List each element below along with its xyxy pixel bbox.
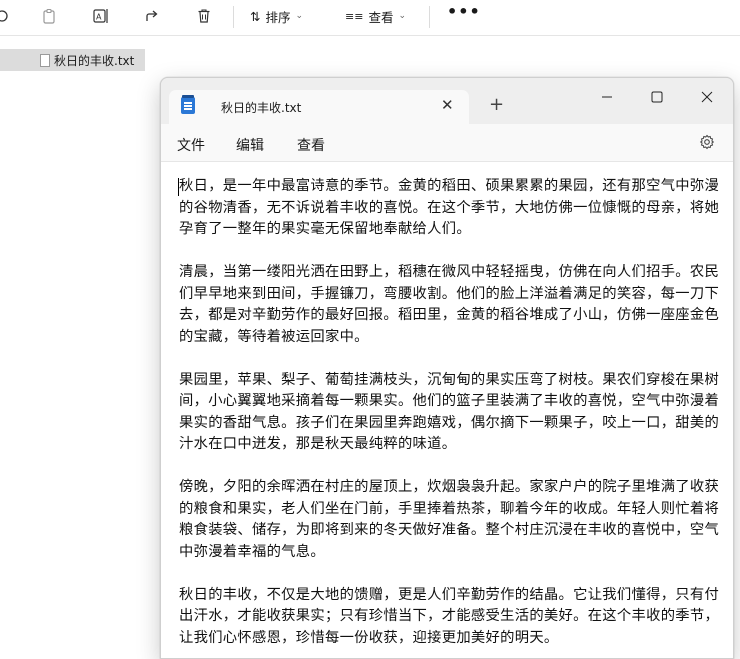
paragraph: 清晨，当第一缕阳光洒在田野上，稻穗在微风中轻轻摇曳，仿佛在向人们招手。农民们早早… xyxy=(179,264,720,345)
more-options-button[interactable]: ••• xyxy=(447,2,481,21)
tab-close-icon[interactable]: ✕ xyxy=(441,96,454,114)
rename-icon[interactable]: A xyxy=(89,4,113,28)
notepad-tab[interactable]: 秋日的丰收.txt ✕ xyxy=(169,90,469,124)
view-button[interactable]: ≡≡ 查看 ⌄ xyxy=(345,4,406,28)
maximize-button[interactable] xyxy=(635,84,679,110)
menu-view[interactable]: 查看 xyxy=(297,135,325,155)
file-name: 秋日的丰收.txt xyxy=(54,53,135,68)
delete-icon[interactable] xyxy=(192,4,216,28)
notepad-icon xyxy=(181,95,195,114)
menu-file[interactable]: 文件 xyxy=(177,135,205,155)
share-arrow-icon[interactable] xyxy=(140,4,164,28)
text-editor-area[interactable]: 秋日，是一年中最富诗意的季节。金黄的稻田、硕果累累的果园，还有那空气中弥漫的谷物… xyxy=(161,162,733,658)
close-button[interactable] xyxy=(685,84,729,110)
sort-label: 排序 xyxy=(265,9,291,25)
sort-icon: ⇅ xyxy=(250,8,261,24)
notepad-menu-bar: 文件 编辑 查看 xyxy=(161,124,733,162)
explorer-command-bar: A ⇅ 排序 ⌄ ≡≡ 查看 ⌄ ••• xyxy=(0,0,740,36)
svg-text:A: A xyxy=(96,13,102,22)
paragraph: 果园里，苹果、梨子、葡萄挂满枝头，沉甸甸的果实压弯了树枝。果农们穿梭在果树间，小… xyxy=(179,371,720,453)
paste-icon[interactable] xyxy=(37,4,61,28)
settings-gear-icon[interactable] xyxy=(699,134,715,150)
tab-title: 秋日的丰收.txt xyxy=(221,101,302,115)
share-icon[interactable] xyxy=(0,4,14,28)
chevron-down-icon: ⌄ xyxy=(398,11,406,21)
paragraph: 秋日的丰收，不仅是大地的馈赠，更是人们辛勤劳作的结晶。它让我们懂得，只有付出汗水… xyxy=(179,586,720,646)
paragraph: 傍晚，夕阳的余晖洒在村庄的屋顶上，炊烟袅袅升起。家家户户的院子里堆满了收获的粮食… xyxy=(179,479,720,560)
toolbar-divider xyxy=(233,6,234,28)
view-list-icon: ≡≡ xyxy=(345,9,364,23)
text-file-icon xyxy=(40,53,50,67)
toolbar-divider xyxy=(429,6,430,28)
new-tab-button[interactable]: + xyxy=(489,96,504,114)
notepad-title-bar[interactable]: 秋日的丰收.txt ✕ + xyxy=(161,78,733,124)
chevron-down-icon: ⌄ xyxy=(295,11,304,21)
minimize-button[interactable] xyxy=(585,84,629,110)
document-text: 秋日，是一年中最富诗意的季节。金黄的稻田、硕果累累的果园，还有那空气中弥漫的谷物… xyxy=(179,176,731,658)
view-label: 查看 xyxy=(368,9,394,25)
notepad-window: 秋日的丰收.txt ✕ + 文件 编辑 查看 秋日，是一年中最富诗意的季节。金黄… xyxy=(160,77,734,659)
sort-button[interactable]: ⇅ 排序 ⌄ xyxy=(250,4,303,28)
file-list-item[interactable]: 秋日的丰收.txt xyxy=(0,49,145,71)
paragraph: 秋日，是一年中最富诗意的季节。金黄的稻田、硕果累累的果园，还有那空气中弥漫的谷物… xyxy=(179,178,720,237)
menu-edit[interactable]: 编辑 xyxy=(236,135,264,155)
